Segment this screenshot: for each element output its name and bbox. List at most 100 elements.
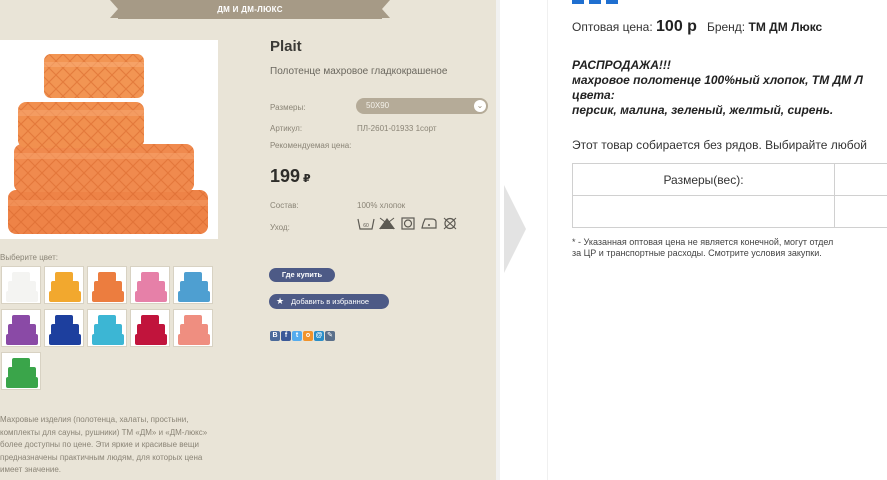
towel-shape	[94, 281, 122, 292]
towel-shape	[184, 272, 202, 282]
no-bleach-icon	[378, 217, 396, 230]
composition-value: 100% хлопок	[357, 201, 406, 210]
towel-shape	[6, 291, 38, 302]
promo-line-1: РАСПРОДАЖА!!!	[572, 58, 671, 72]
towel-shape	[55, 272, 73, 282]
towel-shape	[12, 272, 30, 282]
brand-label: Бренд:	[706, 20, 746, 34]
towel-shape	[8, 281, 36, 292]
footnote-line-2: за ЦР и транспортные расходы. Смотрите у…	[572, 248, 822, 258]
towel-shape	[12, 315, 30, 325]
livejournal-icon[interactable]: ✎	[325, 331, 335, 341]
towel-shape	[178, 291, 210, 302]
iron-icon	[420, 217, 438, 230]
size-select[interactable]: 50X90 ⌄	[356, 98, 488, 114]
towel-shape	[137, 324, 165, 335]
article-value: ПЛ-2601-01933 1сорт	[357, 124, 437, 133]
color-swatch-white[interactable]	[1, 266, 41, 304]
sizes-table: Размеры(вес):	[572, 163, 887, 228]
product-card: ДМ И ДМ-ЛЮКС Выберите цвет: Махровые изд…	[0, 0, 496, 480]
star-icon: ★	[276, 296, 285, 306]
table-cell[interactable]	[834, 195, 887, 228]
care-label: Уход:	[270, 223, 290, 232]
care-icons: 60	[357, 217, 459, 230]
panel-divider	[496, 0, 500, 480]
towel-shape	[12, 358, 30, 368]
article-label: Артикул:	[270, 124, 303, 133]
vk-icon[interactable]: В	[270, 331, 280, 341]
product-subtitle: Полотенце махровое гладкокрашеное	[270, 66, 448, 77]
where-to-buy-button[interactable]: Где купить	[269, 268, 335, 282]
size-select-value: 50X90	[366, 101, 390, 110]
brand-value: ТМ ДМ Люкс	[748, 20, 823, 34]
odnoklassniki-icon[interactable]: о	[303, 331, 313, 341]
assembly-notice: Этот товар собирается без рядов. Выбирай…	[572, 138, 868, 152]
add-to-favorites-label: Добавить в избранное	[291, 297, 370, 306]
footnote-line-1: * - Указанная оптовая цена не является к…	[572, 237, 834, 247]
color-swatch-pink[interactable]	[130, 266, 170, 304]
table-row	[572, 195, 887, 228]
sizes-header-cell: Размеры(вес):	[572, 163, 835, 196]
sale-promo: РАСПРОДАЖА!!! махровое полотенце 100%ный…	[572, 58, 887, 118]
towel-shape	[6, 334, 38, 345]
color-swatch-yellow[interactable]	[44, 266, 84, 304]
table-cell	[834, 163, 887, 196]
cut-heading	[572, 0, 620, 9]
svg-text:60: 60	[363, 223, 369, 229]
recommended-price: 199 ₽	[270, 166, 311, 187]
towel-shape	[8, 324, 36, 335]
product-title: Plait	[270, 38, 302, 55]
social-share: Вf t о @ ✎	[270, 331, 335, 341]
content-border	[547, 0, 548, 480]
color-swatch-turquoise[interactable]	[87, 309, 127, 347]
promo-line-4: персик, малина, зеленый, желтый, сирень.	[572, 103, 834, 117]
promo-line-2: махровое полотенце 100%ный хлопок, ТМ ДМ…	[572, 73, 863, 87]
price-value: 199	[270, 166, 301, 186]
add-to-favorites-button[interactable]: ★ Добавить в избранное	[269, 294, 389, 309]
brand-description: Махровые изделия (полотенца, халаты, про…	[0, 415, 208, 475]
no-dry-clean-icon	[441, 217, 459, 230]
towel-shape	[55, 315, 73, 325]
towel-shape	[94, 324, 122, 335]
twitter-icon[interactable]: t	[292, 331, 302, 341]
color-swatch-orange[interactable]	[87, 266, 127, 304]
towel-shape	[98, 315, 116, 325]
towel-shape	[178, 334, 210, 345]
towel-shape	[49, 334, 81, 345]
towel-shape	[141, 315, 159, 325]
color-swatch-green[interactable]	[1, 352, 41, 390]
recommended-price-label: Рекомендуемая цена:	[270, 141, 352, 150]
composition-label: Состав:	[270, 201, 299, 210]
towel-shape	[180, 324, 208, 335]
towel-shape	[135, 334, 167, 345]
towel-shape	[49, 291, 81, 302]
color-swatch-purple[interactable]	[1, 309, 41, 347]
towel-shape	[51, 281, 79, 292]
towel-shape	[51, 324, 79, 335]
towel-shape	[137, 281, 165, 292]
color-swatch-blue[interactable]	[44, 309, 84, 347]
towel-shape	[92, 291, 124, 302]
color-swatch-peach[interactable]	[173, 309, 213, 347]
color-swatch-light-blue[interactable]	[173, 266, 213, 304]
facebook-icon[interactable]: f	[281, 331, 291, 341]
towel-shape	[92, 334, 124, 345]
wholesale-price-label: Оптовая цена:	[572, 20, 653, 34]
wash-60-icon: 60	[357, 217, 375, 230]
product-photo[interactable]	[0, 40, 218, 239]
promo-line-3: цвета:	[572, 88, 615, 102]
brand-ribbon: ДМ И ДМ-ЛЮКС	[110, 0, 390, 19]
table-row: Размеры(вес):	[572, 163, 887, 196]
chevron-down-icon: ⌄	[474, 100, 486, 112]
tumble-dry-icon	[399, 217, 417, 230]
towel-shape	[141, 272, 159, 282]
currency-symbol: ₽	[303, 173, 311, 185]
table-cell[interactable]	[572, 195, 835, 228]
price-footnote: * - Указанная оптовая цена не является к…	[572, 237, 887, 259]
color-swatch-crimson[interactable]	[130, 309, 170, 347]
mailru-icon[interactable]: @	[314, 331, 324, 341]
towel-shape	[184, 315, 202, 325]
wholesale-price-value: 100 р	[656, 18, 697, 35]
towel-shape	[98, 272, 116, 282]
choose-color-label: Выберите цвет:	[0, 253, 59, 262]
